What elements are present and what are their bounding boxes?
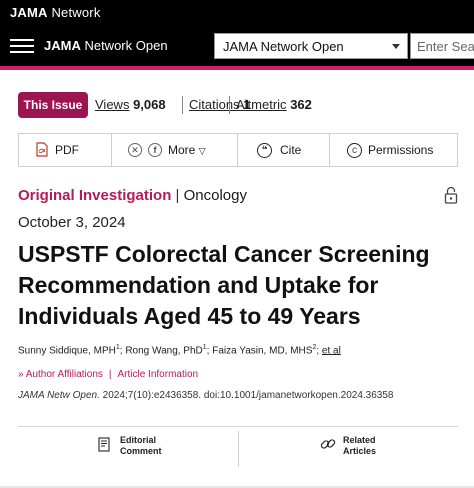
divider (229, 96, 230, 114)
views-stat[interactable]: Views 9,068 (95, 97, 166, 112)
pdf-icon (36, 142, 48, 157)
chevron-down-icon (392, 44, 400, 49)
article-information-link[interactable]: Article Information (118, 369, 199, 380)
citation-line: JAMA Netw Open. 2024;7(10):e2436358. doi… (18, 390, 394, 401)
jama-network-logo[interactable]: JAMA Network (10, 5, 101, 20)
cite-label: Cite (280, 143, 302, 157)
editorial-comment-button[interactable]: Editorial Comment (18, 427, 238, 467)
et-al-link[interactable]: et al (322, 345, 341, 356)
pdf-label: PDF (55, 143, 79, 157)
article-subject[interactable]: Oncology (184, 187, 247, 204)
chevron-down-icon: ▽ (198, 146, 206, 156)
related-articles-button[interactable]: Related Articles (239, 427, 458, 467)
altmetric-stat[interactable]: Altmetric 362 (236, 97, 312, 112)
journal-title[interactable]: JAMA Network Open (44, 38, 168, 53)
more-button[interactable]: More ▽ (168, 143, 206, 157)
article-links: » Author Affiliations | Article Informatio… (18, 369, 199, 380)
author-name[interactable]: Faiza Yasin, MD, MHS (212, 345, 312, 356)
related-content-bar: Editorial Comment Related Articles (18, 426, 458, 467)
quote-icon: ❝ (257, 143, 272, 158)
permissions-button[interactable]: c Permissions (330, 134, 457, 166)
article-title: USPSTF Colorectal Cancer Screening Recom… (18, 241, 430, 329)
copyright-icon: c (347, 143, 362, 158)
author-affiliations-link[interactable]: Author Affiliations (26, 369, 103, 380)
author-name[interactable]: Rong Wang, PhD (125, 345, 202, 356)
hamburger-menu-icon[interactable] (10, 39, 34, 53)
journal-select[interactable]: JAMA Network Open (214, 33, 408, 59)
permissions-label: Permissions (368, 143, 434, 157)
chevron-right-icon: » (18, 369, 24, 380)
article-toolbar: PDF ✕ f More ▽ ❝ Cite c Permissions (18, 133, 458, 167)
article-category: Original Investigation | Oncology (18, 187, 247, 204)
journal-nav-bar: JAMA Network Open JAMA Network Open Ente… (0, 26, 474, 66)
author-list: Sunny Siddique, MPH1; Rong Wang, PhD1; F… (18, 344, 341, 357)
editorial-icon (98, 437, 110, 452)
search-placeholder: Enter Search (417, 39, 474, 54)
share-more-group: ✕ f More ▽ (112, 134, 237, 166)
x-share-icon[interactable]: ✕ (128, 143, 142, 157)
author-name[interactable]: Sunny Siddique, MPH (18, 345, 116, 356)
divider (182, 96, 183, 114)
facebook-share-icon[interactable]: f (148, 143, 162, 157)
search-input[interactable]: Enter Search (410, 33, 474, 59)
journal-select-value: JAMA Network Open (223, 39, 344, 54)
accent-divider (0, 66, 474, 70)
publication-date: October 3, 2024 (18, 214, 126, 231)
unlock-icon (444, 186, 458, 204)
link-icon (320, 439, 336, 449)
cite-button[interactable]: ❝ Cite (238, 134, 329, 166)
article-type[interactable]: Original Investigation (18, 187, 171, 204)
network-bar: JAMA Network (0, 0, 474, 26)
this-issue-button[interactable]: This Issue (18, 92, 88, 118)
pdf-button[interactable]: PDF (19, 134, 111, 166)
